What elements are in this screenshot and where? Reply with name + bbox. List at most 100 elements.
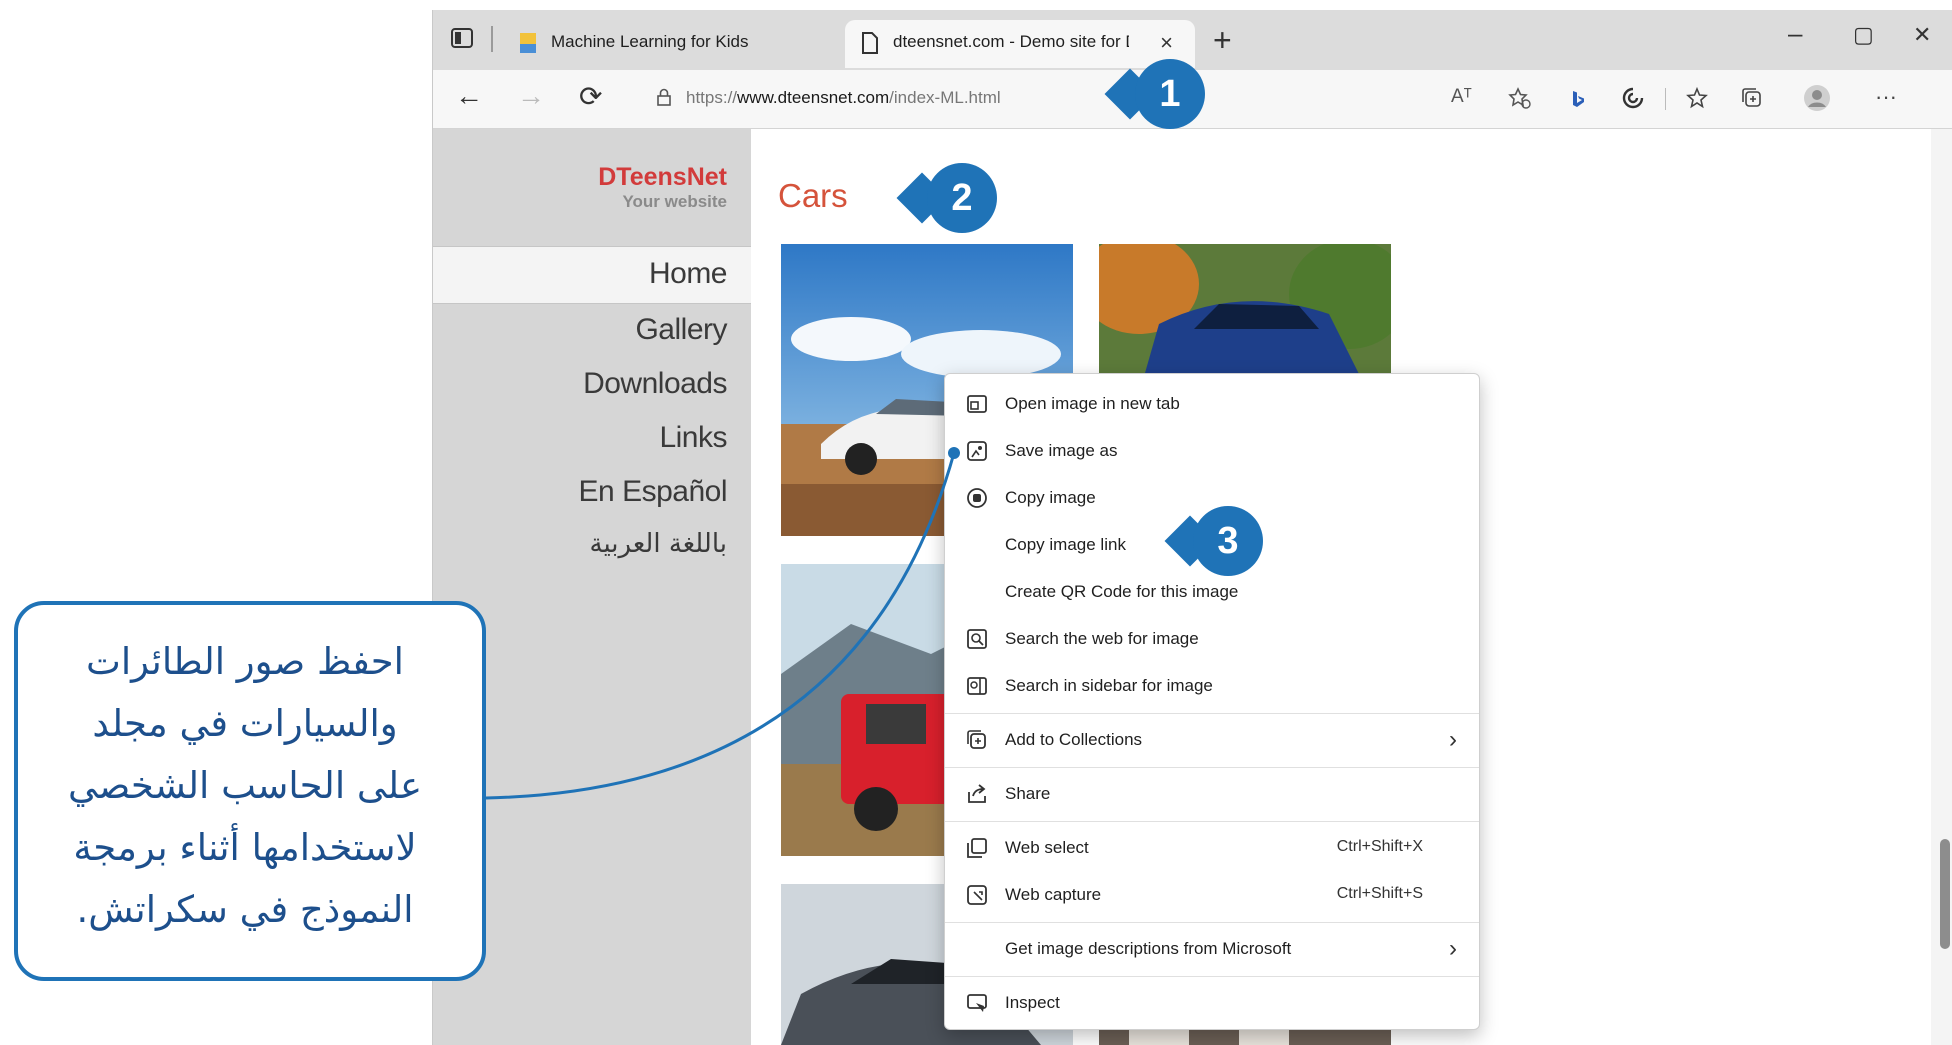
search-image-icon [967, 629, 987, 649]
car-photo-blue[interactable] [1099, 244, 1391, 394]
image-context-menu: Open image in new tab Save image as Copy… [944, 373, 1480, 1030]
nav-item-gallery[interactable]: Gallery [635, 313, 727, 347]
web-capture-icon [967, 885, 987, 905]
copy-image-icon [967, 488, 987, 508]
nav-item-downloads[interactable]: Downloads [583, 367, 727, 401]
tab-dteensnet[interactable]: dteensnet.com - Demo site for D × [845, 20, 1195, 68]
menu-item-create-qr[interactable]: Create QR Code for this image [945, 570, 1479, 614]
menu-item-label: Copy image link [1005, 535, 1126, 554]
copilot-icon[interactable] [1621, 86, 1645, 110]
callout-line: لاستخدامها أثناء برمجة [73, 826, 417, 869]
brand-tagline: Your website [622, 192, 727, 211]
scroll-thumb[interactable] [1940, 839, 1950, 949]
minimize-button[interactable]: – [1788, 18, 1802, 49]
blue-car-image [1099, 244, 1391, 394]
url-text: https://www.dteensnet.com/index-ML.html [686, 88, 1001, 108]
lock-icon [657, 88, 671, 106]
favorites-icon[interactable] [1685, 86, 1709, 110]
url-host: www.dteensnet.com [737, 88, 890, 107]
new-tab-button[interactable]: + [1213, 22, 1232, 59]
menu-item-label: Share [1005, 784, 1051, 803]
callout-text: احفظ صور الطائرات والسيارات في مجلد على … [38, 631, 452, 941]
menu-item-shortcut: Ctrl+Shift+S [1336, 885, 1423, 902]
menu-item-save-image[interactable]: Save image as [945, 429, 1479, 473]
ml-favicon-icon [520, 33, 536, 53]
menu-item-shortcut: Ctrl+Shift+X [1336, 838, 1423, 855]
menu-item-inspect[interactable]: Inspect [945, 981, 1479, 1025]
new-tab-icon [967, 395, 987, 413]
read-aloud-icon[interactable]: Aᵀ [1451, 86, 1472, 108]
menu-item-share[interactable]: Share [945, 772, 1479, 816]
menu-item-open-new-tab[interactable]: Open image in new tab [945, 382, 1479, 426]
step-badge-3: 3 [1193, 506, 1263, 576]
toolbar-divider [1665, 88, 1666, 110]
sidebar-search-icon [967, 677, 987, 695]
menu-item-label: Web capture [1005, 885, 1102, 904]
url-prefix: https:// [686, 88, 738, 107]
step-badge-1: 1 [1135, 59, 1205, 129]
menu-item-label: Open image in new tab [1005, 394, 1180, 413]
menu-item-search-sidebar[interactable]: Search in sidebar for image [945, 664, 1479, 708]
callout-line: احفظ صور الطائرات [86, 640, 404, 683]
refresh-button[interactable]: ⟳ [579, 80, 602, 113]
url-field[interactable]: https://www.dteensnet.com/index-ML.html [638, 76, 1108, 120]
menu-item-label: Get image descriptions from Microsoft [1005, 939, 1292, 958]
url-path: /index-ML.html [889, 88, 1001, 107]
menu-item-label: Create QR Code for this image [1005, 582, 1239, 601]
menu-item-search-web[interactable]: Search the web for image [945, 617, 1479, 661]
menu-separator [945, 713, 1479, 714]
page-favicon-icon [862, 32, 878, 54]
maximize-button[interactable]: ▢ [1853, 22, 1874, 48]
web-select-icon [967, 838, 987, 858]
save-image-icon [967, 441, 987, 461]
collections-icon [967, 730, 986, 749]
nav-item-arabic[interactable]: باللغة العربية [590, 529, 728, 559]
back-button[interactable]: ← [455, 80, 483, 112]
tab-title: dteensnet.com - Demo site for D [893, 32, 1129, 51]
profile-icon[interactable] [1803, 84, 1831, 112]
forward-button[interactable]: → [517, 80, 545, 112]
inspect-icon [967, 994, 987, 1012]
menu-item-label: Web select [1005, 838, 1089, 857]
chevron-right-icon: › [1449, 726, 1457, 753]
instruction-callout: احفظ صور الطائرات والسيارات في مجلد على … [14, 601, 486, 981]
callout-line: على الحاسب الشخصي [67, 764, 423, 807]
menu-item-label: Save image as [1005, 441, 1118, 460]
close-tab-icon[interactable]: × [1160, 30, 1173, 56]
nav-item-label: Home [648, 257, 728, 290]
more-icon[interactable]: ··· [1875, 84, 1897, 110]
menu-item-label: Search the web for image [1005, 629, 1199, 648]
page-scrollbar[interactable] [1931, 129, 1952, 1045]
callout-line: النموذج في سكراتش. [76, 888, 414, 931]
menu-item-web-capture[interactable]: Web capture Ctrl+Shift+S [945, 873, 1479, 917]
menu-separator [945, 922, 1479, 923]
collections-icon[interactable] [1740, 86, 1764, 110]
chevron-right-icon: › [1449, 935, 1457, 962]
menu-item-image-descriptions[interactable]: Get image descriptions from Microsoft › [945, 927, 1479, 971]
bing-icon[interactable] [1571, 90, 1585, 108]
share-icon [968, 784, 986, 803]
step-badge-2: 2 [927, 163, 997, 233]
nav-item-links[interactable]: Links [659, 421, 727, 455]
close-window-button[interactable]: ✕ [1913, 22, 1931, 48]
tab-actions-icon[interactable] [451, 28, 473, 48]
callout-line: والسيارات في مجلد [92, 702, 398, 745]
nav-item-espanol[interactable]: En Español [579, 475, 728, 509]
nav-item-home[interactable]: Home [433, 246, 751, 304]
tab-divider [491, 26, 493, 52]
menu-separator [945, 767, 1479, 768]
menu-item-label: Search in sidebar for image [1005, 676, 1213, 695]
tab-bar: Machine Learning for Kids × dteensnet.co… [433, 10, 1952, 70]
menu-item-web-select[interactable]: Web select Ctrl+Shift+X [945, 826, 1479, 870]
menu-separator [945, 976, 1479, 977]
page-title: Cars [778, 177, 848, 214]
menu-item-label: Inspect [1005, 993, 1060, 1012]
site-brand[interactable]: DTeensNet Your website [598, 163, 727, 212]
brand-name: DTeensNet [598, 163, 727, 191]
menu-separator [945, 821, 1479, 822]
menu-item-add-to-collections[interactable]: Add to Collections › [945, 718, 1479, 762]
tab-title: Machine Learning for Kids [551, 32, 749, 51]
menu-item-label: Add to Collections [1005, 730, 1143, 749]
favorites-add-icon[interactable] [1508, 86, 1532, 110]
tab-machine-learning[interactable]: Machine Learning for Kids × [503, 20, 881, 68]
